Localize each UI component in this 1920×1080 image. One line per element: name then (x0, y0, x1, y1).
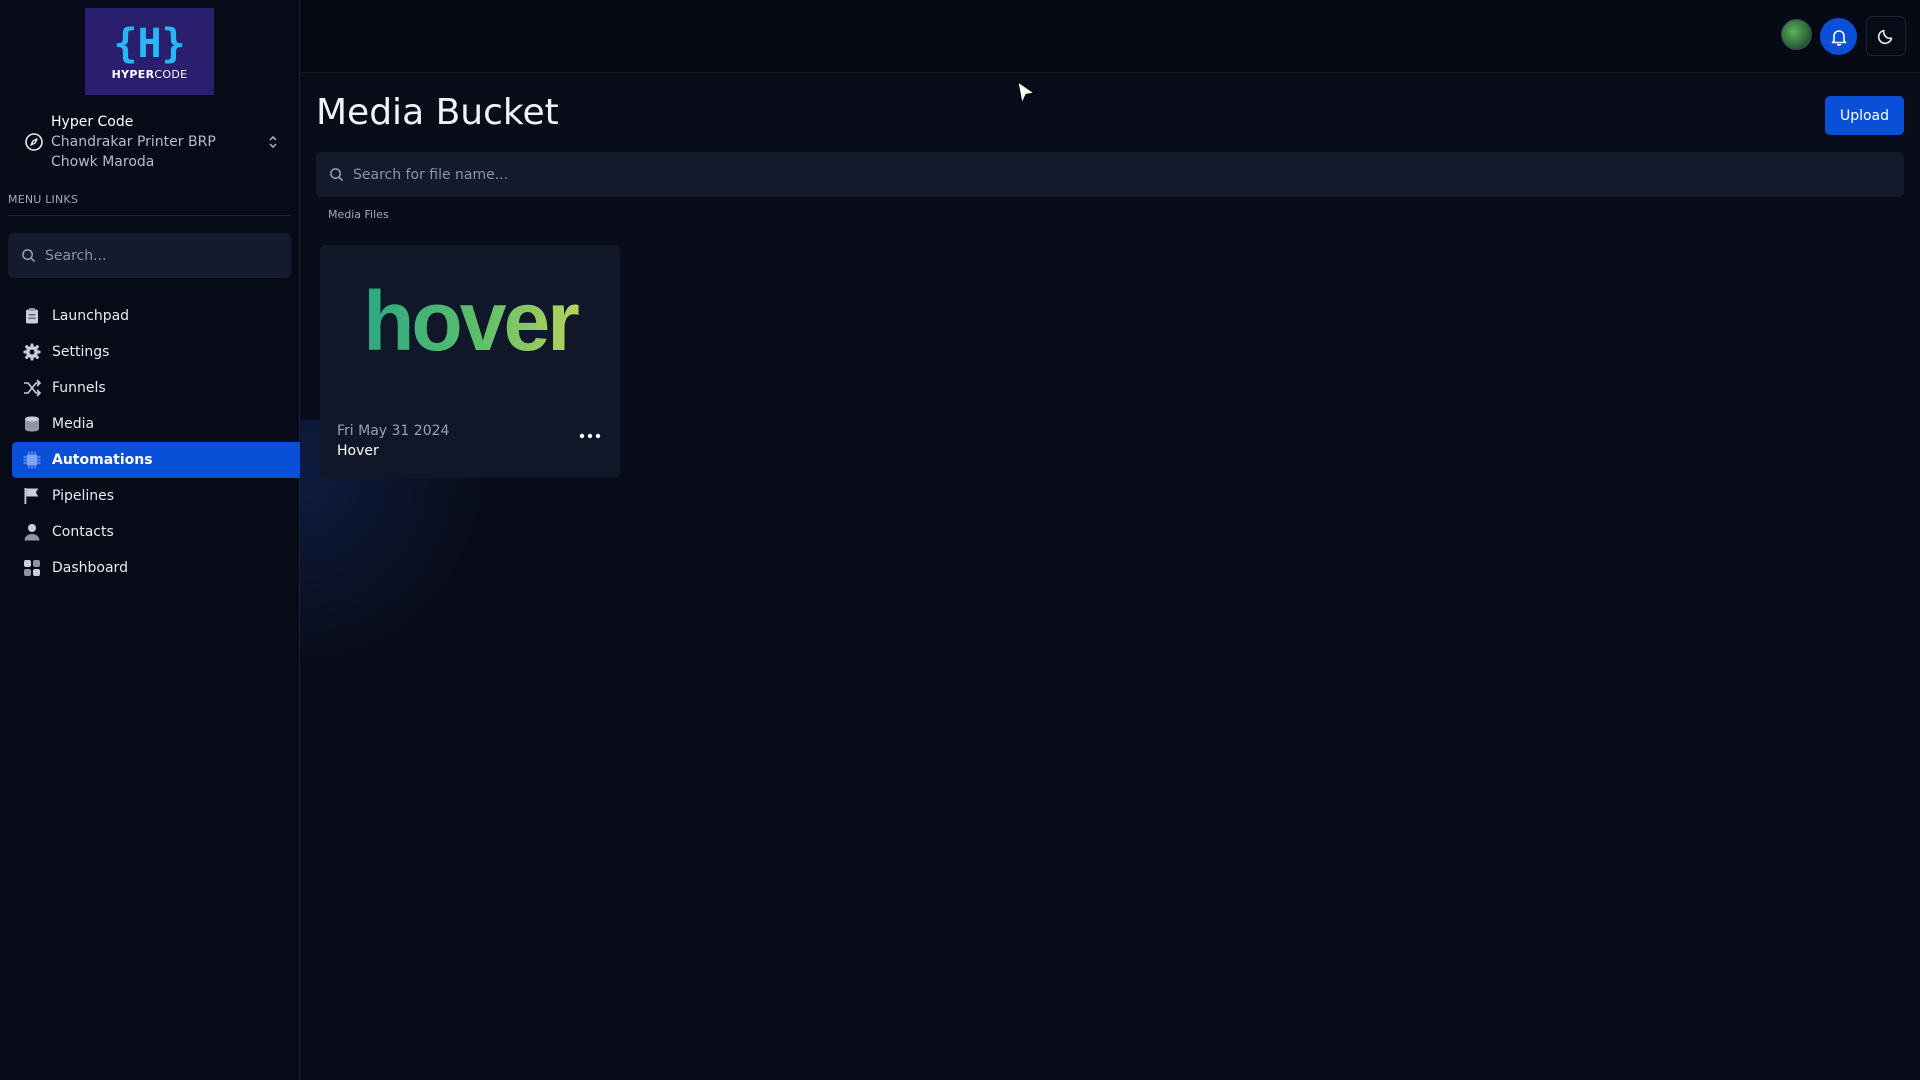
user-avatar[interactable] (1781, 19, 1812, 50)
shuffle-icon (22, 378, 42, 398)
sidebar-item-automations[interactable]: Automations (12, 442, 300, 478)
account-address: Chandrakar Printer BRP Chowk Maroda (51, 134, 216, 170)
chip-icon (22, 450, 42, 470)
sidebar-item-funnels[interactable]: Funnels (12, 370, 300, 406)
sidebar-item-label: Funnels (52, 380, 106, 396)
flag-icon (22, 486, 42, 506)
sidebar-item-label: Contacts (52, 524, 114, 540)
sidebar-item-pipelines[interactable]: Pipelines (12, 478, 300, 514)
logo-text: HYPERCODE (112, 68, 188, 81)
logo-text-light: CODE (154, 68, 188, 81)
divider (8, 215, 291, 216)
account-switcher[interactable]: Hyper Code Chandrakar Printer BRP Chowk … (24, 112, 279, 172)
hypercode-logo[interactable]: {H} HYPERCODE (85, 8, 214, 95)
sidebar-item-label: Dashboard (52, 560, 128, 576)
search-icon (22, 249, 36, 263)
theme-toggle-button[interactable] (1866, 16, 1906, 56)
sidebar-item-media[interactable]: Media (12, 406, 300, 442)
sidebar-item-settings[interactable]: Settings (12, 334, 300, 370)
sidebar-item-contacts[interactable]: Contacts (12, 514, 300, 550)
sidebar-nav: Launchpad Settings Funnels Media Automat… (12, 298, 300, 586)
sidebar-search-input[interactable] (45, 247, 291, 264)
moon-icon (1877, 29, 1893, 45)
gear-icon (22, 342, 42, 362)
sidebar-item-dashboard[interactable]: Dashboard (12, 550, 300, 586)
sidebar-item-launchpad[interactable]: Launchpad (12, 298, 300, 334)
section-label: Media Files (328, 208, 389, 221)
page-title: Media Bucket (316, 92, 559, 133)
search-icon (330, 168, 344, 182)
more-horizontal-icon (579, 433, 601, 439)
logo-text-bold: HYPER (111, 68, 155, 81)
hover-logo-text: hover (363, 275, 579, 368)
mouse-pointer-icon (1017, 81, 1036, 105)
database-icon (22, 414, 42, 434)
sidebar-item-label: Settings (52, 344, 110, 360)
logo-mark: {H} (113, 21, 186, 67)
person-icon (22, 522, 42, 542)
media-file-date: Fri May 31 2024 (337, 423, 450, 439)
sidebar-item-label: Pipelines (52, 488, 115, 504)
hover-logo-image: hover (363, 275, 582, 368)
compass-icon (25, 133, 43, 151)
notifications-button[interactable] (1820, 18, 1857, 55)
grid-icon (22, 558, 42, 578)
media-file-menu-button[interactable] (575, 421, 605, 451)
sidebar-item-label: Media (52, 416, 95, 432)
sidebar: {H} HYPERCODE Hyper Code Chandrakar Prin… (0, 0, 300, 1080)
sidebar-item-label: Launchpad (52, 308, 130, 324)
sidebar-search[interactable] (8, 233, 291, 278)
clipboard-icon (22, 306, 42, 326)
media-file-name: Hover (337, 443, 379, 459)
upload-button[interactable]: Upload (1825, 96, 1904, 135)
media-file-card[interactable]: hover Fri May 31 2024 Hover (320, 245, 620, 478)
chevron-up-down-icon (269, 136, 277, 148)
bell-icon (1831, 29, 1846, 46)
account-name: Hyper Code (51, 114, 134, 130)
sidebar-item-label: Automations (52, 452, 153, 468)
topbar (300, 0, 1920, 73)
menu-caption: MENU LINKS (8, 193, 79, 206)
file-search-input[interactable] (353, 166, 1904, 183)
file-search[interactable] (316, 152, 1904, 197)
media-thumbnail: hover (320, 245, 620, 405)
